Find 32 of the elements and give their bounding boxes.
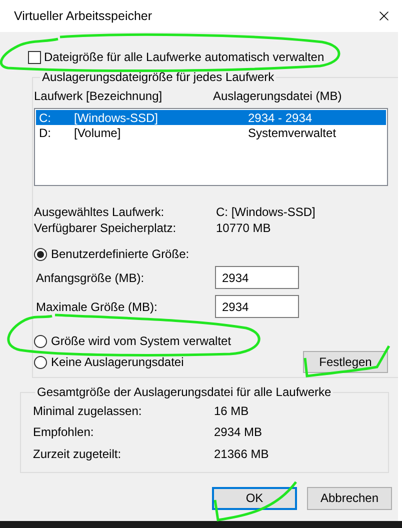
field-label: Anfangsgröße (MB):: [36, 270, 146, 286]
column-header: Laufwerk [Bezeichnung]: [34, 88, 164, 104]
total-label: Empfohlen:: [33, 424, 95, 440]
size-input[interactable]: 2934: [215, 295, 299, 318]
info-value: 10770 MB: [216, 220, 271, 236]
info-label: Verfügbarer Speicherplatz:: [34, 220, 178, 236]
info-value: C: [Windows-SSD]: [216, 204, 316, 220]
total-label: Minimal zugelassen:: [33, 402, 143, 419]
group-title: Gesamtgröße der Auslagerungsdatei für alle Laufwerke: [36, 384, 332, 400]
window-title: Virtueller Arbeitsspeicher: [14, 8, 152, 24]
checkbox-option[interactable]: Dateigröße für alle Laufwerke automatisch verwalten: [28, 48, 324, 66]
dialog-button[interactable]: Abbrechen: [307, 486, 392, 510]
size-input[interactable]: 2934: [215, 266, 299, 289]
set-button[interactable]: Festlegen: [303, 351, 388, 373]
total-value: 21366 MB: [214, 446, 269, 462]
radio-option[interactable]: Benutzerdefinierte Größe:: [34, 245, 190, 263]
checkbox[interactable]: [28, 50, 41, 64]
total-label: Zurzeit zugeteilt:: [33, 446, 122, 462]
radio-button[interactable]: [34, 248, 47, 260]
field-label: Maximale Größe (MB):: [36, 298, 158, 314]
dialog-button[interactable]: OK: [212, 486, 297, 510]
total-value: 16 MB: [214, 402, 249, 419]
radio-option[interactable]: Keine Auslagerungsdatei: [34, 353, 184, 371]
info-label: Ausgewähltes Laufwerk:: [34, 204, 166, 220]
radio-option[interactable]: Größe wird vom System verwaltet: [34, 332, 232, 350]
radio-button[interactable]: [34, 356, 47, 368]
radio-button[interactable]: [34, 334, 47, 348]
drive-row[interactable]: C: [Windows-SSD] 2934 - 2934: [36, 110, 386, 125]
drive-row[interactable]: D: [Volume] Systemverwaltet: [36, 125, 386, 140]
total-value: 2934 MB: [214, 424, 262, 440]
column-header: Auslagerungsdatei (MB): [213, 88, 342, 104]
group-title: Auslagerungsdateigröße für jedes Laufwerk: [41, 69, 276, 85]
